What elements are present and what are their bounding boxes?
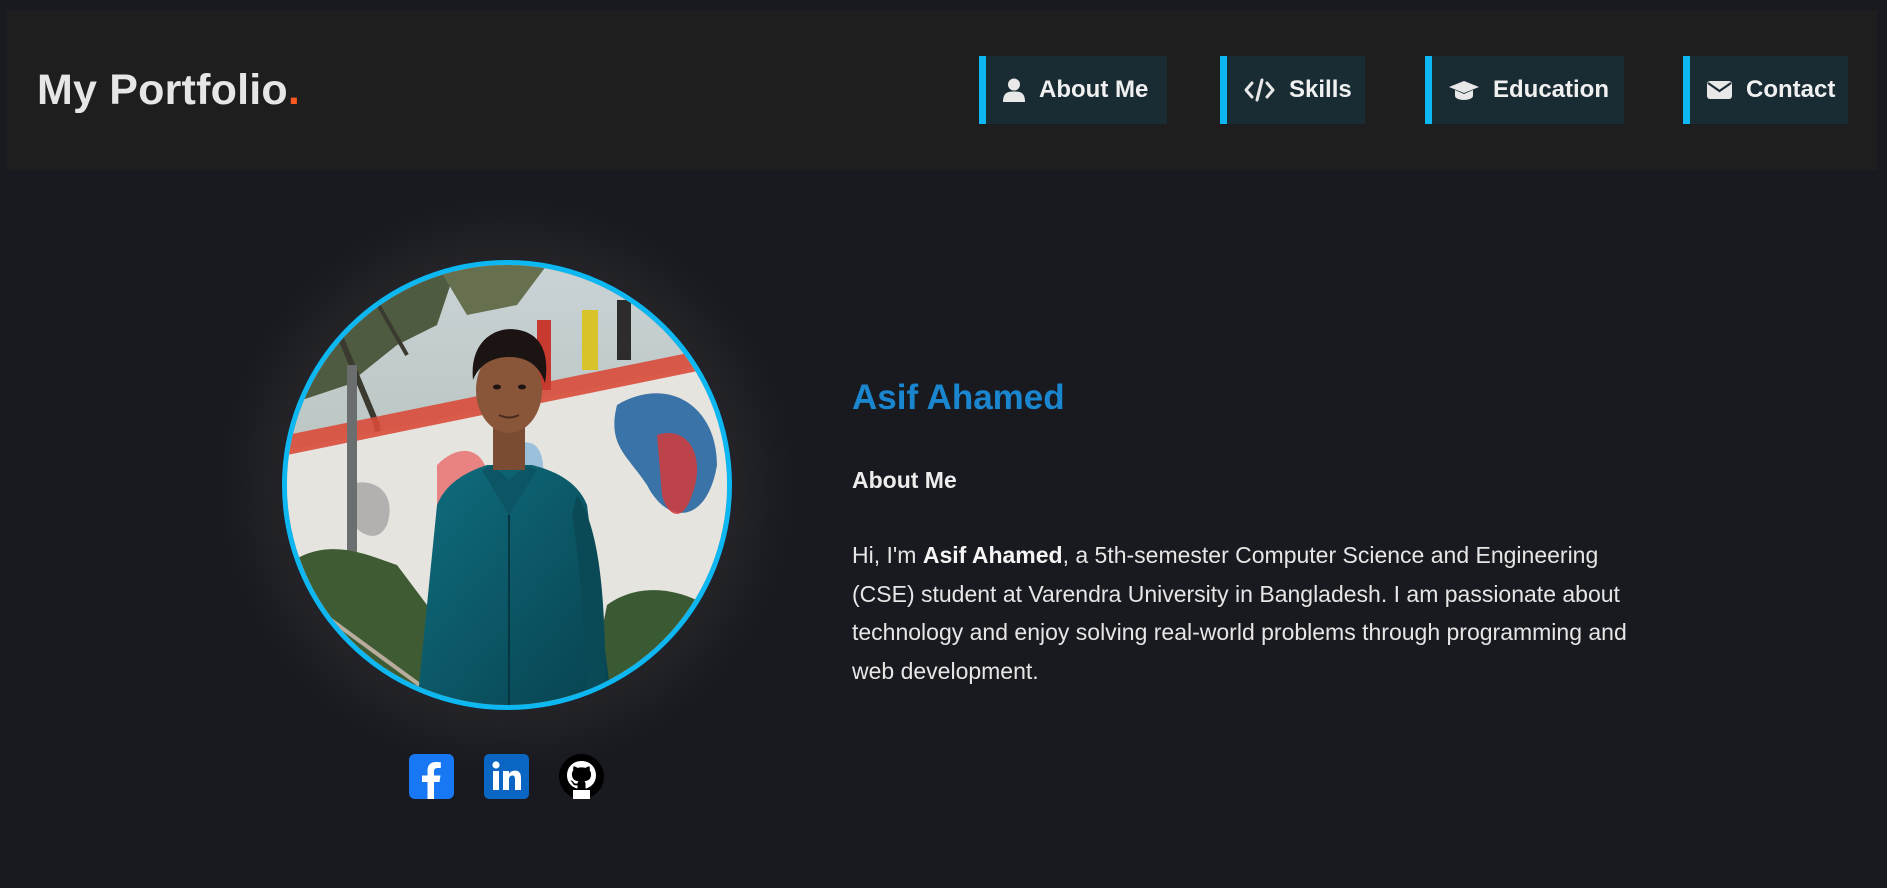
facebook-link[interactable] bbox=[409, 754, 454, 799]
bio-prefix: Hi, I'm bbox=[852, 542, 923, 568]
nav-about-me-label: About Me bbox=[1039, 76, 1149, 103]
graduation-cap-icon bbox=[1449, 78, 1479, 102]
linkedin-link[interactable] bbox=[484, 754, 529, 799]
github-link[interactable] bbox=[559, 754, 604, 799]
user-icon bbox=[1003, 78, 1025, 102]
nav-about-me-button[interactable]: About Me bbox=[979, 56, 1167, 124]
nav-skills-label: Skills bbox=[1289, 76, 1352, 103]
nav-skills-button[interactable]: Skills bbox=[1220, 56, 1365, 124]
profile-photo-illustration bbox=[287, 265, 727, 705]
bio-name: Asif Ahamed bbox=[922, 542, 1063, 568]
nav-contact-button[interactable]: Contact bbox=[1683, 56, 1848, 124]
envelope-icon bbox=[1707, 80, 1732, 100]
site-logo[interactable]: My Portfolio. bbox=[37, 10, 300, 170]
logo-text: My Portfolio bbox=[37, 66, 288, 114]
about-me-bio: Hi, I'm Asif Ahamed, a 5th-semester Comp… bbox=[852, 536, 1642, 690]
linkedin-icon bbox=[484, 754, 529, 799]
person-name: Asif Ahamed bbox=[852, 378, 1065, 417]
code-icon bbox=[1244, 78, 1275, 102]
facebook-icon bbox=[409, 754, 454, 799]
about-me-heading: About Me bbox=[852, 467, 957, 493]
profile-photo bbox=[282, 260, 732, 710]
nav-contact-label: Contact bbox=[1746, 76, 1836, 103]
logo-dot: . bbox=[287, 66, 300, 114]
nav-education-label: Education bbox=[1493, 76, 1610, 103]
profile-photo-frame bbox=[282, 260, 732, 710]
nav-education-button[interactable]: Education bbox=[1425, 56, 1624, 124]
github-icon bbox=[559, 754, 604, 799]
site-header: My Portfolio. About Me Skills Education … bbox=[7, 10, 1877, 170]
